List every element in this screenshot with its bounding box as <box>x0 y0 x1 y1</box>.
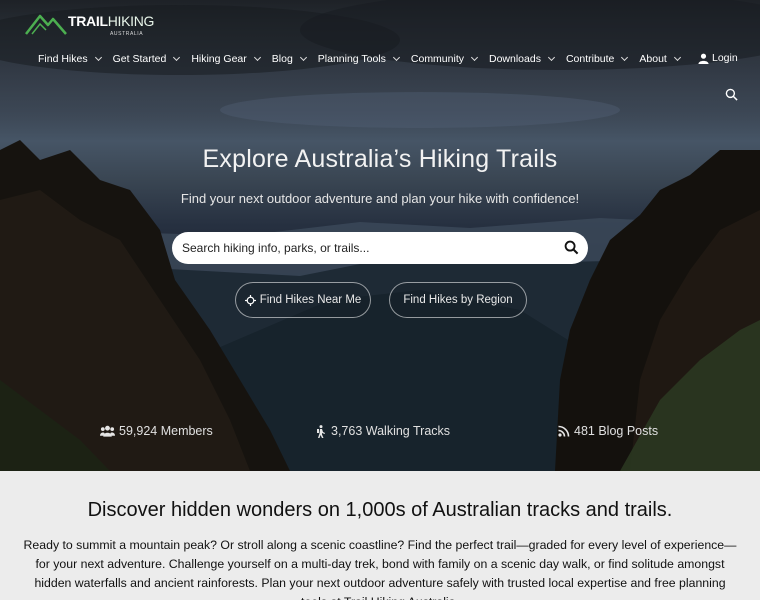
crosshair-icon <box>244 294 256 306</box>
nav-item-label: Planning Tools <box>317 53 386 65</box>
nav-item-find-hikes[interactable]: Find Hikes <box>38 53 102 65</box>
logo-name-light: HIKING <box>107 13 155 29</box>
discover-body: Ready to summit a mountain peak? Or stro… <box>23 538 737 600</box>
logo-tagline: AUSTRALIA <box>110 31 144 37</box>
hiker-icon <box>317 424 325 438</box>
nav-item-get-started[interactable]: Get Started <box>112 53 181 65</box>
chevron-down-icon <box>253 53 261 62</box>
rss-icon <box>558 425 570 437</box>
find-hikes-by-region-button[interactable]: Find Hikes by Region <box>389 282 527 318</box>
members-stat: 59,924 Members <box>100 423 213 439</box>
nav-item-contribute[interactable]: Contribute <box>565 53 629 65</box>
blog-posts-stat-label: 481 Blog Posts <box>574 424 659 438</box>
nav-item-label: About <box>639 53 667 65</box>
hero-subtitle: Find your next outdoor adventure and pla… <box>180 191 580 206</box>
hero-search-box <box>172 232 588 264</box>
find-hikes-near-me-label: Find Hikes Near Me <box>259 294 362 306</box>
chevron-down-icon <box>94 53 102 62</box>
nav-item-about[interactable]: About <box>639 53 681 65</box>
login-link[interactable]: Login <box>698 52 738 64</box>
nav-item-planning-tools[interactable]: Planning Tools <box>317 53 400 65</box>
walking-tracks-stat: 3,763 Walking Tracks <box>316 423 450 439</box>
nav-item-blog[interactable]: Blog <box>271 53 307 65</box>
nav-item-community[interactable]: Community <box>410 53 479 65</box>
hero-title: Explore Australia’s Hiking Trails <box>202 145 558 173</box>
find-hikes-near-me-button[interactable]: Find Hikes Near Me <box>235 282 371 318</box>
users-icon <box>100 425 115 437</box>
mountain-logo-icon <box>25 14 67 35</box>
nav-item-label: Community <box>410 53 464 65</box>
nav-item-label: Get Started <box>112 53 167 65</box>
chevron-down-icon <box>547 53 555 62</box>
chevron-down-icon <box>470 53 479 62</box>
members-stat-label: 59,924 Members <box>119 424 213 438</box>
logo-wordmark: TRAILHIKING <box>68 13 154 29</box>
chevron-down-icon <box>621 53 629 62</box>
chevron-down-icon <box>673 53 681 62</box>
nav-item-label: Find Hikes <box>38 53 88 65</box>
chevron-down-icon <box>299 53 307 62</box>
walking-tracks-stat-label: 3,763 Walking Tracks <box>331 424 451 438</box>
nav-item-downloads[interactable]: Downloads <box>489 53 555 65</box>
nav-item-label: Contribute <box>565 53 615 65</box>
find-hikes-by-region-label: Find Hikes by Region <box>403 294 513 306</box>
nav-item-label: Hiking Gear <box>191 53 247 65</box>
main-nav: Find Hikes Get Started Hiking Gear Blog … <box>38 52 692 66</box>
discover-heading: Discover hidden wonders on 1,000s of Aus… <box>87 499 673 521</box>
logo-name-bold: TRAIL <box>68 13 108 29</box>
nav-item-label: Blog <box>271 53 293 65</box>
nav-item-hiking-gear[interactable]: Hiking Gear <box>191 53 261 65</box>
login-label: Login <box>712 52 738 64</box>
hero-section: TRAILHIKING AUSTRALIA Find Hikes Get Sta… <box>0 0 760 471</box>
chevron-down-icon <box>173 53 181 62</box>
search-icon[interactable] <box>725 88 738 101</box>
discover-section: Discover hidden wonders on 1,000s of Aus… <box>0 471 760 600</box>
blog-posts-stat: 481 Blog Posts <box>558 423 658 439</box>
hero-search-input[interactable] <box>182 232 552 264</box>
nav-item-label: Downloads <box>489 53 541 65</box>
search-icon[interactable] <box>564 240 579 255</box>
chevron-down-icon <box>392 53 400 62</box>
site-logo[interactable]: TRAILHIKING AUSTRALIA <box>24 10 154 40</box>
user-icon <box>698 53 709 64</box>
